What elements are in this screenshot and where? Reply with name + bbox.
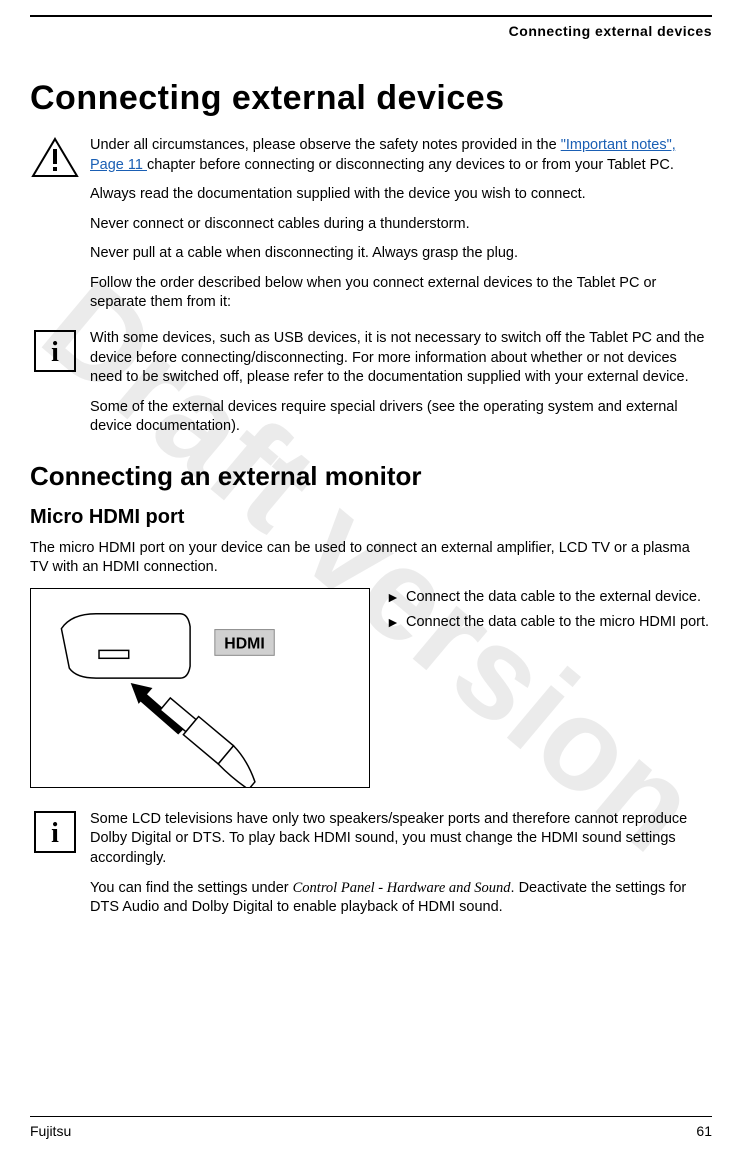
page-footer: Fujitsu 61	[30, 1116, 712, 1139]
subsection-heading-hdmi: Micro HDMI port	[30, 506, 712, 529]
warning-p1: Under all circumstances, please observe …	[90, 136, 712, 175]
info1-p2: Some of the external devices require spe…	[90, 398, 712, 437]
step-marker-icon: ►	[386, 613, 406, 632]
footer-rule	[30, 1116, 712, 1117]
step-1: ► Connect the data cable to the external…	[386, 588, 712, 608]
info-block-2: i Some LCD televisions have only two spe…	[30, 810, 712, 918]
step-2-text: Connect the data cable to the micro HDMI…	[406, 613, 709, 633]
info-block-1: i With some devices, such as USB devices…	[30, 329, 712, 437]
warning-p1-suffix: chapter before connecting or disconnecti…	[147, 157, 674, 173]
warning-block: Under all circumstances, please observe …	[30, 136, 712, 313]
warning-p5: Follow the order described below when yo…	[90, 274, 712, 313]
top-rule	[30, 15, 712, 17]
section-heading-monitor: Connecting an external monitor	[30, 461, 712, 492]
warning-p2: Always read the documentation supplied w…	[90, 185, 712, 205]
info2-p1: Some LCD televisions have only two speak…	[90, 810, 712, 869]
svg-text:i: i	[51, 337, 59, 368]
info2-p2a: You can find the settings under	[90, 880, 293, 896]
hdmi-label: HDMI	[224, 635, 264, 652]
info1-p1: With some devices, such as USB devices, …	[90, 329, 712, 388]
hdmi-intro: The micro HDMI port on your device can b…	[30, 539, 712, 578]
svg-text:i: i	[51, 818, 59, 849]
info-icon: i	[30, 329, 80, 373]
warning-p1-prefix: Under all circumstances, please observe …	[90, 137, 561, 153]
step-2: ► Connect the data cable to the micro HD…	[386, 613, 712, 633]
step-marker-icon: ►	[386, 588, 406, 607]
warning-p3: Never connect or disconnect cables durin…	[90, 215, 712, 235]
info2-p2-italic: Control Panel - Hardware and Sound	[293, 880, 511, 896]
step-1-text: Connect the data cable to the external d…	[406, 588, 701, 608]
running-header: Connecting external devices	[30, 23, 712, 39]
page-title: Connecting external devices	[30, 79, 712, 118]
footer-brand: Fujitsu	[30, 1123, 71, 1139]
warning-p4: Never pull at a cable when disconnecting…	[90, 244, 712, 264]
info-icon: i	[30, 810, 80, 854]
footer-page-number: 61	[696, 1123, 712, 1139]
warning-icon	[30, 136, 80, 180]
info2-p2: You can find the settings under Control …	[90, 879, 712, 918]
hdmi-figure: HDMI	[30, 588, 370, 788]
